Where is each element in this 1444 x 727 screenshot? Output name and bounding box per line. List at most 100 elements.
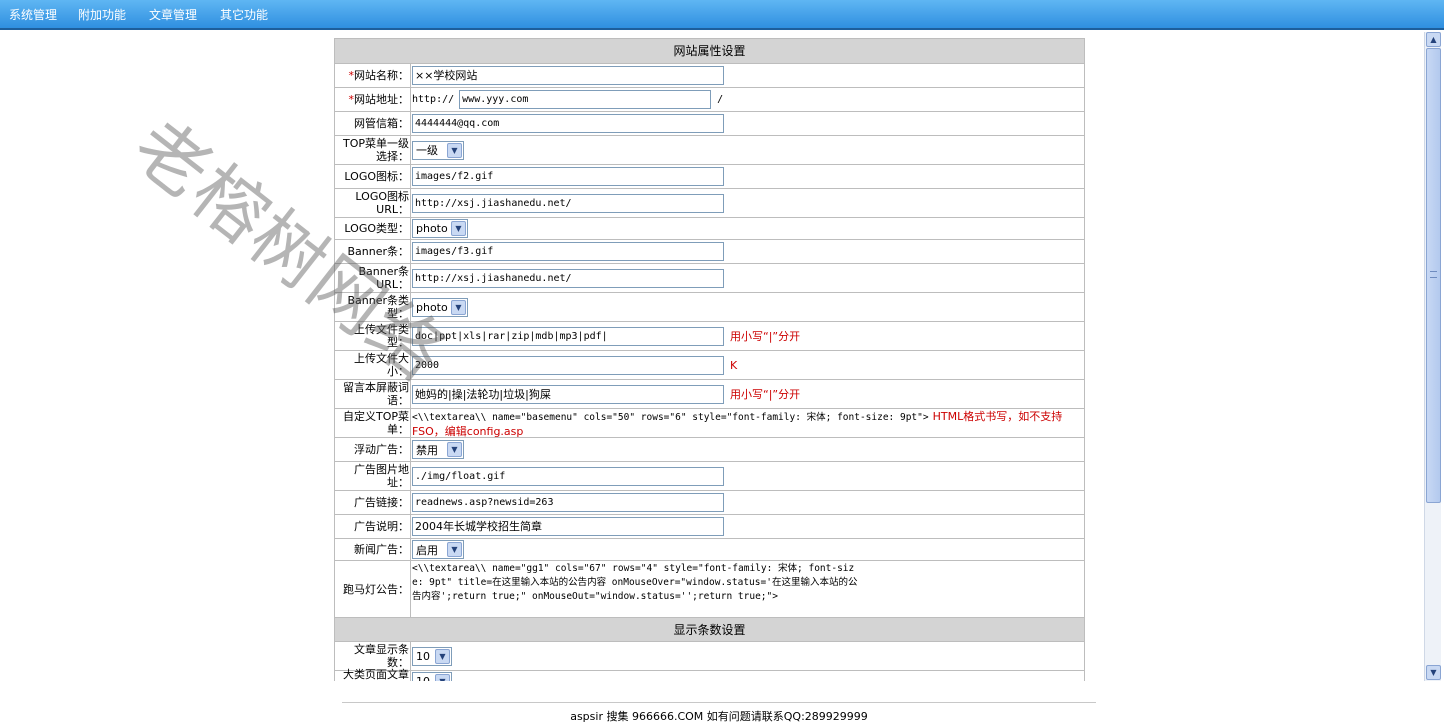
text-input[interactable]: images/f2.gif [412,167,724,186]
label-text: 文章显示条数： [354,643,409,669]
label-text: 广告说明： [354,520,409,533]
field-value: 4444444@qq.com [411,112,1084,135]
field-label: 留言本屏蔽词语： [335,380,411,408]
text-input[interactable]: 2000 [412,355,724,375]
field-label: 广告说明： [335,515,411,538]
scroll-down-icon[interactable]: ▼ [1426,665,1441,680]
form-row: Banner条： images/f3.gif [335,240,1084,264]
field-label-text: 新闻广告： [354,543,409,556]
label-text: 自定义TOP菜单： [342,410,409,436]
text-input[interactable]: 她妈的|操|法轮功|垃圾|狗屎 [412,384,724,404]
text-input[interactable]: ××学校网站 [412,66,724,85]
field-value: 2004年长城学校招生简章 [411,515,1084,538]
selected-value: photo [416,300,448,314]
dropdown-select[interactable]: photo ▼ [412,297,468,317]
field-value: photo ▼ [411,218,1084,239]
text-input[interactable]: doc|ppt|xls|rar|zip|mdb|mp3|pdf| [412,326,724,346]
field-label-text: 广告链接： [354,496,409,509]
form-row: 上传文件类型： doc|ppt|xls|rar|zip|mdb|mp3|pdf| 用… [335,322,1084,351]
top-nav-bar: 系统管理 附加功能 文章管理 其它功能 [0,0,1444,30]
field-label: 新闻广告： [335,539,411,560]
grip-icon [1430,271,1437,278]
field-label-text: 跑马灯公告： [343,583,409,596]
chevron-down-icon[interactable]: ▼ [451,221,466,236]
chevron-down-icon[interactable]: ▼ [447,542,462,557]
form-row: 网管信箱： 4444444@qq.com [335,112,1084,136]
vertical-scrollbar[interactable]: ▲ ▼ [1424,32,1441,681]
chevron-down-icon[interactable]: ▼ [435,673,450,681]
nav-item-addons[interactable]: 附加功能 [78,6,126,23]
url-input[interactable]: www.yyy.com [459,90,712,109]
field-label: LOGO类型： [335,218,411,239]
form-row: TOP菜单一级选择： 一级 ▼ [335,136,1084,165]
selected-value: 禁用 [416,443,438,457]
form-row: LOGO类型： photo ▼ [335,218,1084,240]
field-label: 浮动广告： [335,438,411,461]
scroll-thumb[interactable] [1426,48,1441,503]
dropdown-select[interactable]: 10 ▼ [412,646,452,666]
text-input[interactable]: readnews.asp?newsid=263 [412,493,724,512]
text-input[interactable]: 4444444@qq.com [412,114,724,133]
dropdown-select[interactable]: 一级 ▼ [412,140,464,160]
field-label: *网站名称： [335,64,411,87]
field-label: 广告图片地址： [335,462,411,490]
field-label: 上传文件大小： [335,351,411,379]
field-label: 跑马灯公告： [335,561,411,617]
label-text: 新闻广告： [354,543,409,556]
text-input[interactable]: ./img/float.gif [412,466,724,486]
form-row: 跑马灯公告： <\\textarea\\ name="gg1" cols="67"… [335,561,1084,617]
text-input[interactable]: 2004年长城学校招生简章 [412,517,724,536]
content-frame: 网站属性设置 *网站名称： ××学校网站 *网站地址： http://www.yyy.… [0,32,1444,681]
label-text: LOGO图标： [344,170,409,183]
field-value: images/f3.gif [411,240,1084,263]
text-input[interactable]: http://xsj.jiashanedu.net/ [412,193,724,213]
chevron-down-icon[interactable]: ▼ [447,142,462,158]
field-label-text: 网管信箱： [354,117,409,130]
field-value: 她妈的|操|法轮功|垃圾|狗屎 用小写“|”分开 [411,380,1084,408]
form-row: Banner条URL： http://xsj.jiashanedu.net/ [335,264,1084,293]
form-row: 广告说明： 2004年长城学校招生简章 [335,515,1084,539]
scroll-up-icon[interactable]: ▲ [1426,32,1441,47]
text-input[interactable]: images/f3.gif [412,242,724,261]
label-text: LOGO类型： [344,222,409,235]
chevron-down-icon[interactable]: ▼ [447,442,462,457]
selected-value: 10 [416,674,430,682]
label-text: LOGO图标URL： [355,190,409,216]
form-row: *网站地址： http:// www.yyy.com / [335,88,1084,112]
nav-item-others[interactable]: 其它功能 [220,6,268,23]
field-label: Banner条URL： [335,264,411,292]
field-value: http:// www.yyy.com / [411,88,1084,111]
dropdown-select[interactable]: 禁用 ▼ [412,440,464,459]
field-value: ./img/float.gif [411,462,1084,490]
field-label-text: 自定义TOP菜单： [335,410,409,436]
field-label-text: *网站地址： [349,93,410,106]
field-label: LOGO图标URL： [335,189,411,217]
chevron-down-icon[interactable]: ▼ [451,299,466,315]
field-label: Banner条： [335,240,411,263]
selected-value: 一级 [416,144,438,157]
selected-value: 10 [416,649,430,663]
field-label-text: 浮动广告： [354,443,409,456]
form-row: 新闻广告： 启用 ▼ [335,539,1084,561]
form-row: 浮动广告： 禁用 ▼ [335,438,1084,462]
field-label: 大类页面文章显示条数： [335,668,411,681]
dropdown-select[interactable]: 10 ▼ [412,671,452,682]
footer-text: aspsir 搜集 966666.COM 如有问题请联系QQ:289929999 [570,710,868,723]
field-label: 网管信箱： [335,112,411,135]
form-row: Banner条类型： photo ▼ [335,293,1084,322]
nav-item-articles[interactable]: 文章管理 [149,6,197,23]
label-text: 上传文件大小： [354,352,409,378]
chevron-down-icon[interactable]: ▼ [435,648,450,664]
text-input[interactable]: http://xsj.jiashanedu.net/ [412,268,724,288]
label-text: 网管信箱： [354,117,409,130]
form-row: 大类页面文章显示条数： 10 ▼ [335,668,1084,682]
label-text: 网站地址： [354,93,409,106]
label-text: 网站名称： [354,69,409,82]
field-label-text: Banner条类型： [335,294,409,320]
dropdown-select[interactable]: photo ▼ [412,219,468,238]
dropdown-select[interactable]: 启用 ▼ [412,540,464,559]
nav-item-system[interactable]: 系统管理 [9,6,57,23]
field-hint: 用小写“|”分开 [730,388,801,401]
field-label-text: 上传文件类型： [335,323,409,349]
field-label-text: 广告图片地址： [335,463,409,489]
